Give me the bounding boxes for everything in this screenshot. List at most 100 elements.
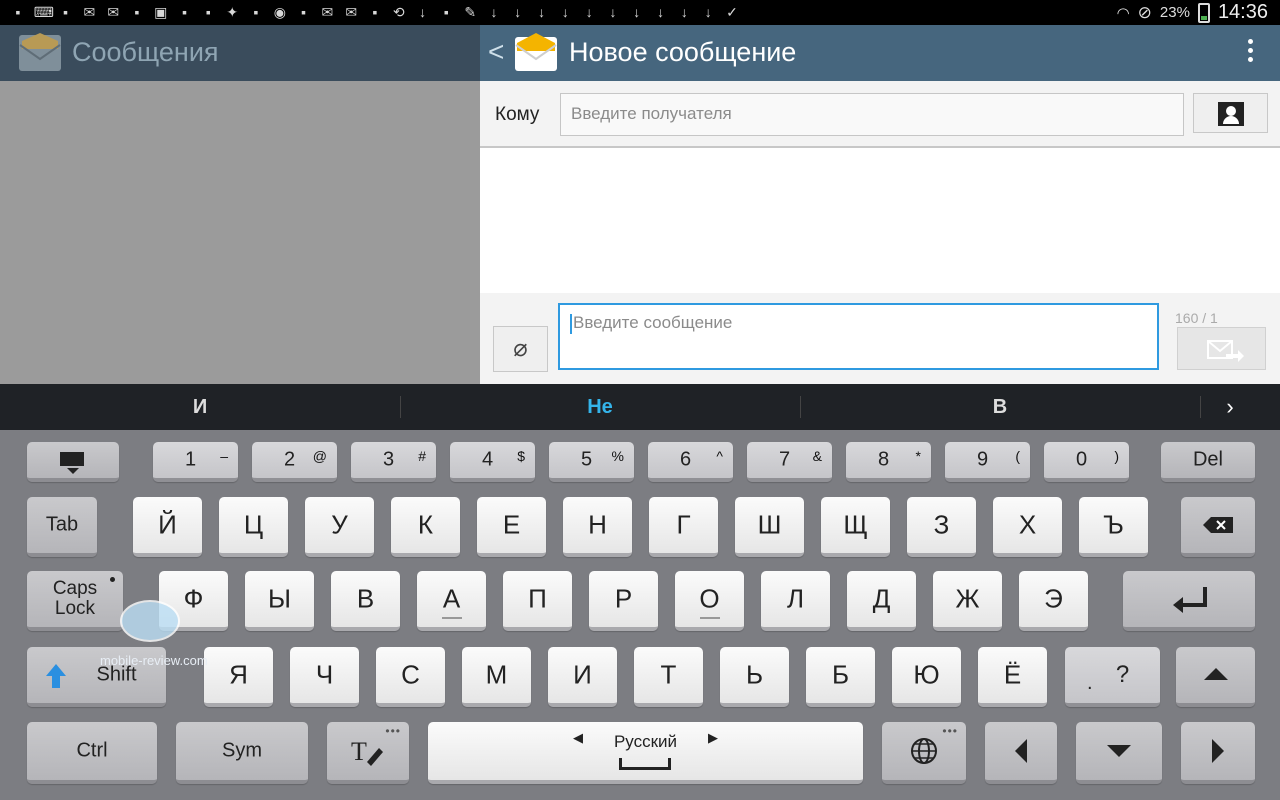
letter-key[interactable]: Э <box>1019 571 1088 631</box>
number-key-9-label: 9 <box>976 448 989 471</box>
letter-key[interactable]: М <box>462 647 531 707</box>
number-key-4[interactable]: 4 $ <box>450 442 535 482</box>
back-icon[interactable]: < <box>488 37 504 67</box>
overflow-menu-icon[interactable] <box>1246 39 1254 67</box>
letter-key[interactable]: В <box>331 571 400 631</box>
messages-app-icon <box>19 33 61 71</box>
arrow-left-key[interactable] <box>985 722 1057 784</box>
letter-key[interactable]: Ь <box>720 647 789 707</box>
home-row-marker <box>441 617 462 619</box>
caps-indicator <box>110 577 115 582</box>
chevron-right-icon[interactable]: › <box>1215 384 1245 430</box>
letter-key[interactable]: Н <box>563 497 632 557</box>
suggestion-2[interactable]: Не <box>400 384 800 430</box>
ctrl-key[interactable]: Ctrl <box>27 722 157 784</box>
gmail-icon: ✉ <box>345 4 358 20</box>
letter-key-label: Х <box>1018 509 1037 540</box>
letter-key[interactable]: А <box>417 571 486 631</box>
language-key[interactable]: ••• <box>882 722 966 784</box>
number-key-3[interactable]: 3 # <box>351 442 436 482</box>
letter-key[interactable]: Р <box>589 571 658 631</box>
attach-button[interactable]: ⌀ <box>493 326 548 372</box>
gmail-icon: ✉ <box>107 4 120 20</box>
letter-key[interactable]: Ж <box>933 571 1002 631</box>
send-icon <box>1207 340 1244 362</box>
home-row-marker <box>699 617 720 619</box>
tab-key[interactable]: Tab <box>27 497 97 557</box>
recipient-input[interactable]: Введите получателя <box>560 93 1184 136</box>
backspace-key[interactable] <box>1181 497 1255 557</box>
del-label: Del <box>1192 448 1223 471</box>
letter-key[interactable]: Ы <box>245 571 314 631</box>
wifi-icon: ◠ <box>1116 4 1130 22</box>
handwriting-key[interactable]: ••• T <box>327 722 409 784</box>
symbol-hint: – <box>220 448 228 464</box>
letter-key[interactable]: Щ <box>821 497 890 557</box>
battery-percent: 23% <box>1159 4 1190 21</box>
letter-key[interactable]: Я <box>204 647 273 707</box>
arrow-right-key[interactable] <box>1181 722 1255 784</box>
letter-key[interactable]: Б <box>806 647 875 707</box>
number-key-0[interactable]: 0) <box>1044 442 1129 482</box>
letter-key[interactable]: Л <box>761 571 830 631</box>
contacts-button[interactable] <box>1193 93 1268 133</box>
letter-key[interactable]: Ш <box>735 497 804 557</box>
message-input[interactable]: Введите сообщение <box>558 303 1159 370</box>
arrow-down-key[interactable] <box>1076 722 1162 784</box>
number-key-2[interactable]: 2 @ <box>252 442 337 482</box>
divider <box>1200 396 1201 418</box>
letter-key[interactable]: Ч <box>290 647 359 707</box>
number-key-9[interactable]: 9( <box>945 442 1030 482</box>
letter-key[interactable]: И <box>548 647 617 707</box>
letter-key[interactable]: Д <box>847 571 916 631</box>
letter-key[interactable]: Т <box>634 647 703 707</box>
letter-key[interactable]: Г <box>649 497 718 557</box>
letter-key[interactable]: Х <box>993 497 1062 557</box>
pin-icon: ✎ <box>464 4 477 20</box>
letter-key[interactable]: Ё <box>978 647 1047 707</box>
letter-key[interactable]: О <box>675 571 744 631</box>
text-caret <box>570 313 572 334</box>
letter-key[interactable]: С <box>376 647 445 707</box>
letter-key-label: З <box>933 509 950 540</box>
compose-bar: ⌀ Введите сообщение 160 / 1 <box>480 293 1280 384</box>
letter-key[interactable]: Ъ <box>1079 497 1148 557</box>
number-key-8-label: 8 <box>877 448 890 471</box>
space-key[interactable]: ◀ Русский ▶ <box>428 722 863 784</box>
number-key-6[interactable]: 6 ^ <box>648 442 733 482</box>
more-dots: ••• <box>385 724 401 738</box>
letter-key-label: Р <box>614 583 633 614</box>
number-key-7[interactable]: 7 & <box>747 442 832 482</box>
number-key-5[interactable]: 5% <box>549 442 634 482</box>
page-title: Новое сообщение <box>569 37 797 67</box>
letter-key[interactable]: Й <box>133 497 202 557</box>
suggestion-1[interactable]: И <box>0 384 400 430</box>
letter-key-label: Щ <box>843 509 868 540</box>
arrow-up-key[interactable] <box>1176 647 1255 707</box>
number-key-8[interactable]: 8 * <box>846 442 931 482</box>
wordpress-icon: ▪ <box>182 4 188 20</box>
letter-key-label: Й <box>158 509 177 540</box>
question-label: ? <box>1115 661 1130 688</box>
letter-key[interactable]: З <box>907 497 976 557</box>
symbol-hint: # <box>418 448 426 464</box>
symbol-hint: ) <box>1114 448 1119 464</box>
letter-key[interactable]: Ю <box>892 647 961 707</box>
screenshot-icon: ▪ <box>301 4 307 20</box>
screen: ▪ ⌨ ▪ ✉ ✉ ▪ ▣ ▪ ▪ ✦ ▪ ◉ ▪ ✉ ✉ ▪ ⟲ ↓ ▪ ✎ ↓ ↓ ↓ ↓ ↓ ↓ ↓ ↓ ↓ ↓ ✓ ◠ ⊘ 23% … <box>0 0 1280 800</box>
arrow-left-icon <box>1015 739 1027 763</box>
letter-key[interactable]: Е <box>477 497 546 557</box>
number-key-1[interactable]: 1– <box>153 442 238 482</box>
letter-key[interactable]: К <box>391 497 460 557</box>
punctuation-key[interactable]: ?. <box>1065 647 1160 707</box>
letter-key[interactable]: П <box>503 571 572 631</box>
send-button[interactable] <box>1177 327 1266 370</box>
letter-key-label: О <box>699 583 720 614</box>
suggestion-3[interactable]: В <box>800 384 1200 430</box>
letter-key[interactable]: Ц <box>219 497 288 557</box>
letter-key[interactable]: У <box>305 497 374 557</box>
enter-key[interactable] <box>1123 571 1255 631</box>
hide-keyboard-key[interactable] <box>27 442 119 482</box>
del-key[interactable]: Del <box>1161 442 1255 482</box>
sym-key[interactable]: Sym <box>176 722 308 784</box>
